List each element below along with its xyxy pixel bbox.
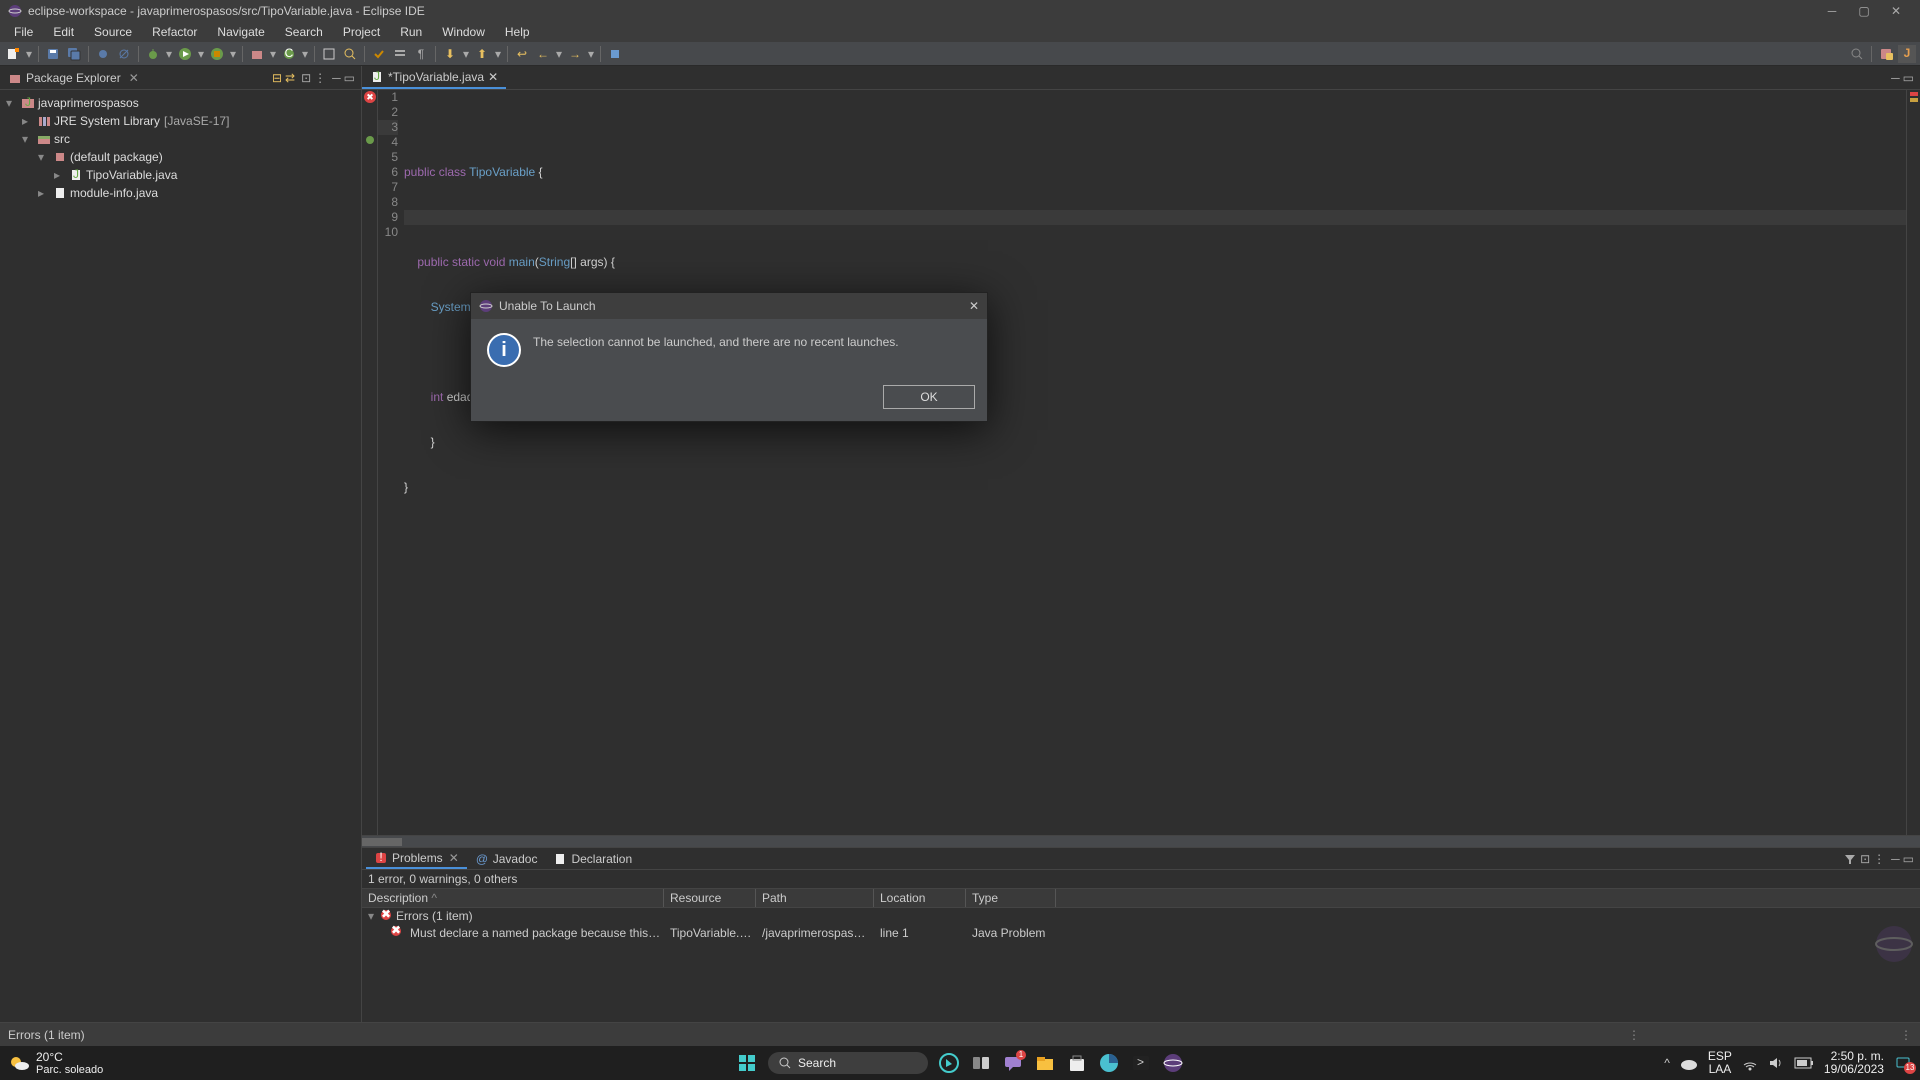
search-icon bbox=[778, 1056, 792, 1070]
weather-widget[interactable]: 20°C Parc. soleado bbox=[8, 1050, 103, 1076]
eclipse-taskbar-icon[interactable] bbox=[1162, 1052, 1184, 1074]
taskbar-search[interactable]: Search bbox=[768, 1052, 928, 1074]
windows-taskbar[interactable]: 20°C Parc. soleado Search 1 > ^ ESPLAA 2… bbox=[0, 1046, 1920, 1080]
terminal-icon[interactable]: > bbox=[1130, 1052, 1152, 1074]
svg-text:>: > bbox=[1137, 1055, 1144, 1069]
clock[interactable]: 2:50 p. m.19/06/2023 bbox=[1824, 1050, 1884, 1076]
onedrive-icon[interactable] bbox=[1680, 1054, 1698, 1072]
volume-icon[interactable] bbox=[1768, 1055, 1784, 1071]
weather-icon bbox=[8, 1052, 30, 1074]
dialog-overlay: Unable To Launch ✕ i The selection canno… bbox=[0, 0, 1920, 1080]
dialog-title: Unable To Launch bbox=[499, 299, 596, 313]
chat-icon[interactable]: 1 bbox=[1002, 1052, 1024, 1074]
unable-to-launch-dialog: Unable To Launch ✕ i The selection canno… bbox=[470, 292, 988, 422]
search-placeholder: Search bbox=[798, 1056, 836, 1070]
bing-icon[interactable] bbox=[938, 1052, 960, 1074]
store-icon[interactable] bbox=[1066, 1052, 1088, 1074]
task-view-icon[interactable] bbox=[970, 1052, 992, 1074]
battery-icon[interactable] bbox=[1794, 1057, 1814, 1069]
notifications-icon[interactable]: 13 bbox=[1894, 1054, 1912, 1072]
wifi-icon[interactable] bbox=[1742, 1055, 1758, 1071]
ok-button[interactable]: OK bbox=[883, 385, 975, 409]
dialog-message: The selection cannot be launched, and th… bbox=[533, 333, 899, 349]
dialog-close-icon[interactable]: ✕ bbox=[969, 299, 979, 313]
tray-chevron-icon[interactable]: ^ bbox=[1664, 1056, 1670, 1070]
info-icon: i bbox=[487, 333, 521, 367]
explorer-icon[interactable] bbox=[1034, 1052, 1056, 1074]
edge-icon[interactable] bbox=[1098, 1052, 1120, 1074]
start-icon[interactable] bbox=[736, 1052, 758, 1074]
weather-temp: 20°C bbox=[36, 1050, 103, 1064]
language-indicator[interactable]: ESPLAA bbox=[1708, 1050, 1732, 1076]
eclipse-icon bbox=[479, 299, 493, 313]
weather-desc: Parc. soleado bbox=[36, 1064, 103, 1076]
